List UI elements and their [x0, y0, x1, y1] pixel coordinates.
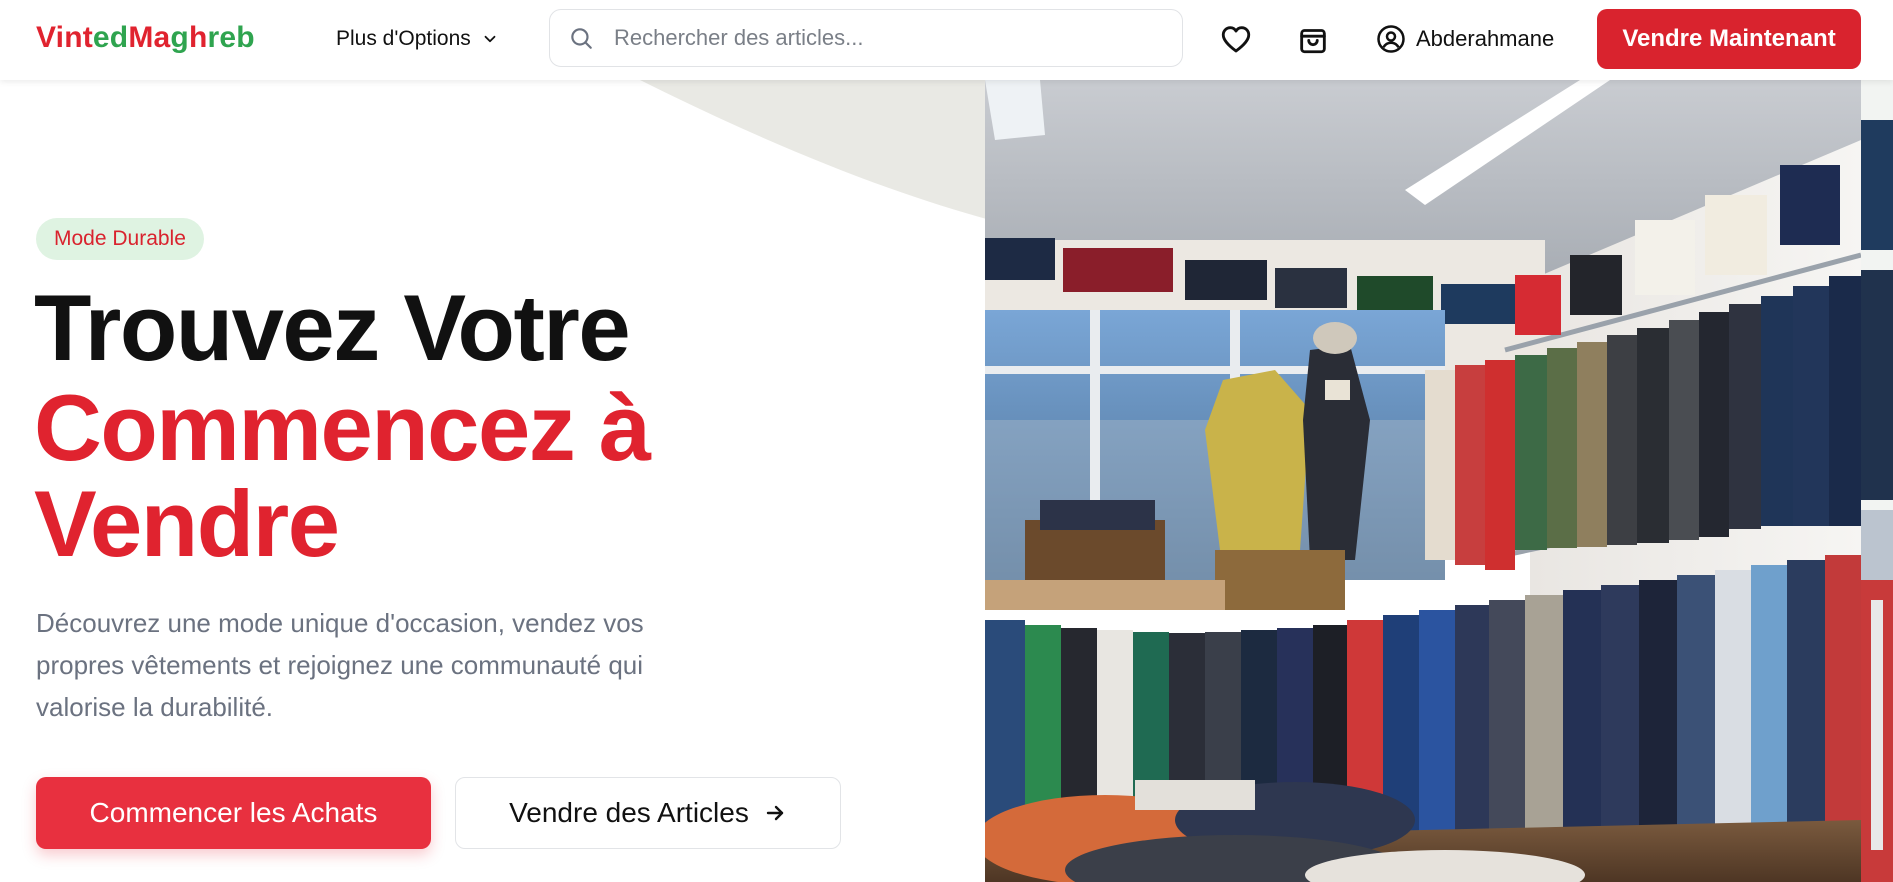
- sell-items-button[interactable]: Vendre des Articles: [455, 777, 841, 849]
- user-name: Abderahmane: [1416, 26, 1555, 51]
- logo-text-reb: reb: [207, 21, 255, 54]
- logo-text-h: h: [188, 21, 208, 54]
- search-icon: [571, 28, 592, 49]
- start-shopping-button[interactable]: Commencer les Achats: [36, 777, 431, 849]
- more-options-menu[interactable]: Plus d'Options: [336, 24, 499, 54]
- hero-description: Découvrez une mode unique d'occasion, ve…: [36, 608, 644, 722]
- vintage-shop-illustration: [985, 80, 1861, 882]
- arrow-right-icon: [766, 805, 784, 821]
- logo-text-ma: Ma: [128, 21, 171, 54]
- logo-text-g: g: [170, 21, 189, 54]
- sell-now-button[interactable]: Vendre Maintenant: [1597, 9, 1861, 69]
- heart-icon[interactable]: [1219, 22, 1253, 56]
- shopping-bag-icon[interactable]: [1296, 22, 1330, 56]
- top-navbar: VintedMaghreb Plus d'Options Abderahmane…: [0, 0, 1893, 80]
- user-circle-icon: [1377, 25, 1405, 53]
- hero-title-line1: Trouvez Votre: [34, 275, 631, 380]
- sell-items-label: Vendre des Articles: [509, 797, 749, 828]
- logo-text-vint: Vint: [36, 21, 93, 54]
- search-bar: [549, 9, 1183, 67]
- sustainable-fashion-badge: Mode Durable: [36, 218, 204, 260]
- logo[interactable]: VintedMaghreb: [36, 18, 255, 58]
- more-options-label: Plus d'Options: [336, 27, 471, 50]
- hero-image-vintage-shop: [985, 80, 1861, 882]
- hero-title-line2: Commencez à Vendre: [34, 375, 651, 576]
- user-account-menu[interactable]: Abderahmane: [1376, 22, 1554, 56]
- chevron-down-icon: [484, 35, 496, 43]
- logo-text-ed: ed: [92, 21, 129, 54]
- image-edge-strip: [1861, 80, 1893, 882]
- search-input[interactable]: [612, 24, 1136, 52]
